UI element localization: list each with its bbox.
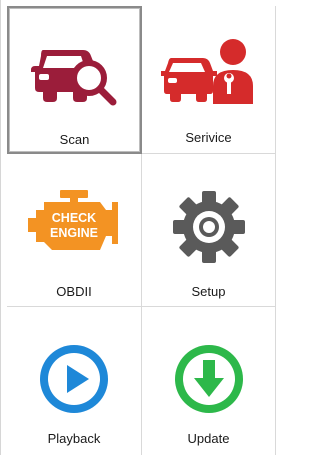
scan-tile[interactable]: Scan [7,6,142,154]
check-engine-text-line1: CHECK [52,211,96,225]
update-tile[interactable]: Update [142,307,276,455]
check-engine-text-line2: ENGINE [50,226,98,240]
obdii-label: OBDII [56,284,92,299]
main-menu-grid: Scan Serivice CHECK ENGINE OBDII Setup P… [0,0,276,455]
obdii-tile[interactable]: CHECK ENGINE OBDII [7,154,142,307]
check-engine-icon: CHECK ENGINE [26,188,122,258]
setup-label: Setup [191,284,226,299]
setup-tile[interactable]: Setup [142,154,276,307]
download-arrow-icon [173,343,245,415]
play-icon [38,343,110,415]
service-tile[interactable]: Serivice [142,6,276,154]
car-mechanic-icon [160,36,257,106]
scan-label: Scan [59,132,90,147]
car-search-icon [29,38,121,106]
service-label: Serivice [185,130,232,145]
gear-icon [172,190,246,264]
update-label: Update [187,431,230,446]
playback-label: Playback [47,431,101,446]
playback-tile[interactable]: Playback [7,307,142,455]
